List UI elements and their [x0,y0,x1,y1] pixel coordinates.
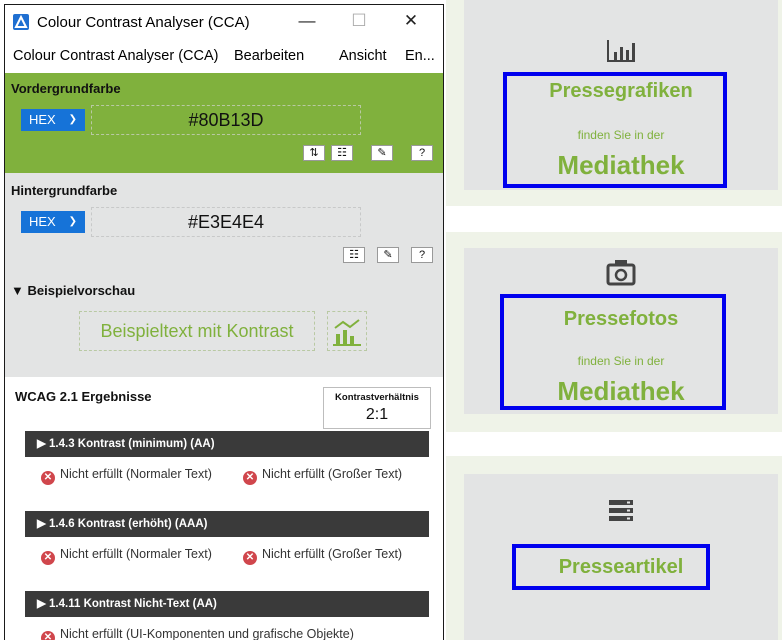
result-normal-text: ✕ Nicht erfüllt (Normaler Text) [41,467,217,485]
format-label: HEX [29,214,56,229]
camera-icon [606,260,636,286]
format-label: HEX [29,112,56,127]
card-title[interactable]: Pressegrafiken [464,80,778,103]
preview-toggle[interactable]: ▼ Beispielvorschau [11,283,135,298]
title-bar: Colour Contrast Analyser (CCA) — ☐ ✕ [5,5,443,39]
webpage: Pressegrafiken finden Sie in der Mediath… [446,0,782,640]
preview-section: ▼ Beispielvorschau Beispieltext mit Kont… [5,273,443,377]
result-normal-text: ✕ Nicht erfüllt (Normaler Text) [41,547,217,565]
contrast-ratio-label: Kontrastverhältnis [335,392,419,403]
criterion-1-4-3[interactable]: ▶ 1.4.3 Kontrast (minimum) (AA) [25,431,429,457]
menu-ansicht[interactable]: Ansicht [339,48,387,64]
bar-chart-icon [607,40,635,62]
wcag-results-heading: WCAG 2.1 Ergebnisse [15,389,152,404]
card-subtitle: finden Sie in der [577,128,665,142]
foreground-label: Vordergrundfarbe [11,81,121,96]
chevron-down-icon: ❯ [68,114,77,125]
contrast-ratio-value: 2:1 [365,406,389,423]
result-large-text: ✕ Nicht erfüllt (Großer Text) [243,547,433,565]
fail-icon: ✕ [243,471,257,485]
sliders-icon[interactable]: ☷ [343,247,365,263]
document-stack-icon [609,500,633,521]
eyedropper-icon[interactable]: ✎ [371,145,393,161]
card-presseartikel[interactable]: Presseartikel [464,474,778,640]
window-title: Colour Contrast Analyser (CCA) [37,14,250,31]
fail-icon: ✕ [41,471,55,485]
fail-icon: ✕ [41,551,55,565]
foreground-section: Vordergrundfarbe HEX ❯ #80B13D ⇅ ☷ ✎ ? [5,73,443,173]
card-subtitle: finden Sie in der [577,354,665,368]
chevron-down-icon: ❯ [68,216,77,227]
maximize-button[interactable]: ☐ [347,11,371,31]
eyedropper-icon[interactable]: ✎ [377,247,399,263]
background-label: Hintergrundfarbe [11,183,118,198]
card-title[interactable]: Presseartikel [464,556,778,579]
result-large-text: ✕ Nicht erfüllt (Großer Text) [243,467,433,485]
criterion-1-4-11[interactable]: ▶ 1.4.11 Kontrast Nicht-Text (AA) [25,591,429,617]
foreground-format-select[interactable]: HEX ❯ [21,109,85,131]
cca-window: Colour Contrast Analyser (CCA) — ☐ ✕ Col… [4,4,444,640]
close-button[interactable]: ✕ [399,11,423,31]
cca-app-icon [13,14,29,30]
card-pressegrafiken[interactable]: Pressegrafiken finden Sie in der Mediath… [464,0,778,190]
card-pressefotos[interactable]: Pressefotos finden Sie in der Mediathek [464,248,778,414]
menu-more[interactable]: En... [405,48,435,64]
criterion-1-4-6[interactable]: ▶ 1.4.6 Kontrast (erhöht) (AAA) [25,511,429,537]
preview-text-sample: Beispieltext mit Kontrast [79,311,315,351]
background-format-select[interactable]: HEX ❯ [21,211,85,233]
contrast-ratio-box: Kontrastverhältnis 2:1 [323,387,431,429]
menu-bar: Colour Contrast Analyser (CCA) Bearbeite… [5,39,443,73]
help-icon[interactable]: ? [411,247,433,263]
background-section: Hintergrundfarbe HEX ❯ #E3E4E4 ☷ ✎ ? [5,173,443,273]
help-icon[interactable]: ? [411,145,433,161]
sliders-icon[interactable]: ☷ [331,145,353,161]
menu-bearbeiten[interactable]: Bearbeiten [234,48,304,64]
fail-icon: ✕ [243,551,257,565]
menu-cca[interactable]: Colour Contrast Analyser (CCA) [13,48,219,64]
foreground-hex-input[interactable]: #80B13D [91,105,361,135]
card-title[interactable]: Pressefotos [464,308,778,331]
background-hex-input[interactable]: #E3E4E4 [91,207,361,237]
fail-icon: ✕ [41,631,55,640]
minimize-button[interactable]: — [295,11,319,31]
card-link-mediathek[interactable]: Mediathek [464,376,778,407]
swap-colors-icon[interactable]: ⇅ [303,145,325,161]
preview-graphic-icon [327,311,367,351]
card-link-mediathek[interactable]: Mediathek [464,150,778,181]
result-ui-components: ✕ Nicht erfüllt (UI-Komponenten und grafi… [41,627,441,640]
